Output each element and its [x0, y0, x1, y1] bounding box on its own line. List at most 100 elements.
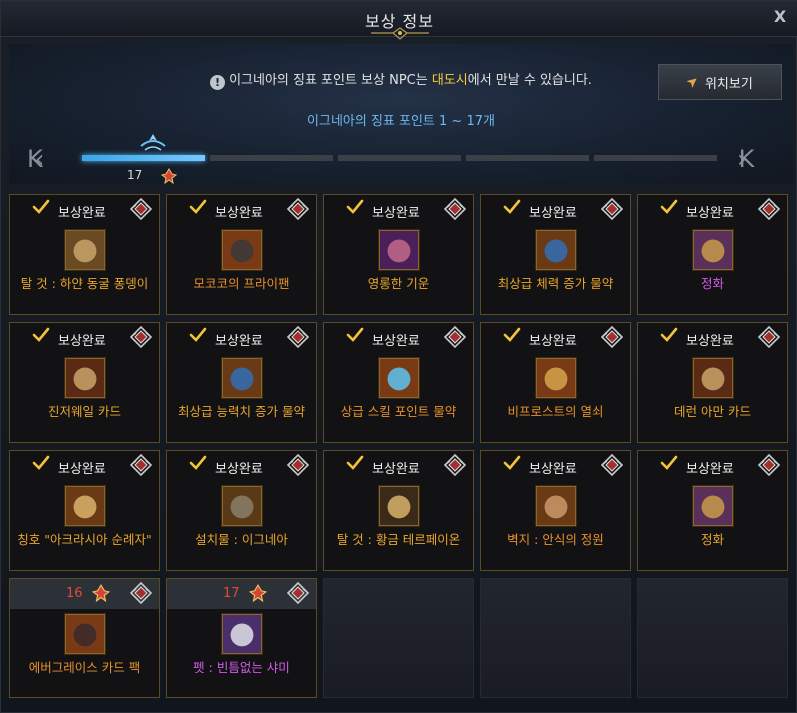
card-icon — [64, 357, 106, 399]
ignea-token-icon — [161, 168, 177, 184]
reward-cell[interactable]: 보상완료비프로스트의 열쇠 — [480, 322, 631, 443]
progress-segment — [338, 155, 461, 161]
potion-icon — [535, 229, 577, 271]
reward-cell[interactable]: 보상완료설치물 : 이그네아 — [166, 450, 317, 571]
reward-status-label: 보상완료 — [686, 462, 734, 477]
horse-icon — [378, 485, 420, 527]
reward-cell[interactable]: 16 에버그레이스 카드 팩 — [9, 578, 160, 698]
notice-prefix: 이그네아의 징표 포인트 보상 NPC는 — [229, 73, 432, 88]
reward-cell[interactable]: 보상완료탈 것 : 하얀 동굴 퐁뎅이 — [9, 194, 160, 315]
reward-status: 보상완료 — [167, 451, 316, 481]
locate-button-label: 위치보기 — [704, 76, 753, 92]
ignea-token-icon — [249, 584, 267, 602]
checkmark-icon — [660, 327, 678, 342]
reward-item-name: 모코코의 프라이팬 — [193, 276, 290, 291]
checkmark-icon — [660, 455, 678, 470]
cat-pet-icon — [221, 613, 263, 655]
progress-segment — [594, 155, 717, 161]
reward-status-label: 보상완료 — [215, 206, 263, 221]
checkmark-icon — [32, 327, 50, 342]
current-level: 17 — [127, 168, 143, 182]
reward-status: 보상완료 — [481, 451, 630, 481]
bottle-icon — [378, 357, 420, 399]
reward-cell[interactable]: 17 펫 : 빈틈없는 샤미 — [166, 578, 317, 698]
reward-cell[interactable]: 보상완료최상급 체력 증가 물약 — [480, 194, 631, 315]
reward-status: 보상완료 — [10, 323, 159, 353]
ignea-crest-icon — [286, 453, 310, 477]
checkmark-icon — [346, 455, 364, 470]
ignea-crest-icon — [129, 453, 153, 477]
reward-item-name: 설치물 : 이그네아 — [195, 532, 288, 547]
ignea-crest-icon — [600, 453, 624, 477]
reward-cell[interactable]: 보상완료모코코의 프라이팬 — [166, 194, 317, 315]
reward-status: 17 — [167, 579, 316, 609]
empty-reward-slot — [637, 578, 788, 698]
reward-status-label: 보상완료 — [58, 334, 106, 349]
ignea-crest-icon — [286, 325, 310, 349]
ignea-crest-icon — [286, 581, 310, 605]
card-icon — [692, 357, 734, 399]
ignea-token-icon — [92, 584, 110, 602]
compass-arrow-icon: ➤ — [683, 72, 703, 92]
checkmark-icon — [32, 455, 50, 470]
ignea-crest-icon — [129, 581, 153, 605]
reward-item-name: 비프로스트의 열쇠 — [507, 404, 604, 419]
reward-status: 보상완료 — [481, 323, 630, 353]
reward-cell[interactable]: 보상완료 상급 스킬 포인트 물약 — [323, 322, 474, 443]
ignea-crest-icon — [757, 453, 781, 477]
reward-grid: 보상완료 탈 것 : 하얀 동굴 퐁뎅이 보상완료 모코코의 프라이팬 보상완료 영롱한 … — [9, 194, 793, 709]
reward-status: 보상완료 — [638, 451, 787, 481]
prev-page-button[interactable]: K‹ — [27, 145, 75, 173]
reward-cell[interactable]: 보상완료 정화 — [637, 450, 788, 571]
reward-cell[interactable]: 보상완료 탈 것 : 황금 테르페이온 — [323, 450, 474, 571]
ignea-crest-icon — [443, 197, 467, 221]
ignea-crest-icon — [600, 197, 624, 221]
empty-reward-slot — [480, 578, 631, 698]
reward-cell[interactable]: 보상완료 데런 아만 카드 — [637, 322, 788, 443]
info-panel: ! 이그네아의 징표 포인트 보상 NPC는 대도시에서 만날 수 있습니다. ➤… — [9, 44, 793, 184]
reward-status-label: 보상완료 — [529, 334, 577, 349]
progress-segment — [210, 155, 333, 161]
reward-item-name: 칭호 "아크라시아 순례자" — [17, 532, 152, 547]
reward-cell[interactable]: 보상완료 정화 — [637, 194, 788, 315]
reward-status: 16 — [10, 579, 159, 609]
card-pack-icon — [64, 613, 106, 655]
reward-item-name: 탈 것 : 황금 테르페이온 — [336, 532, 461, 547]
progress-segment — [466, 155, 589, 161]
ignea-crest-icon — [600, 325, 624, 349]
ignea-crest-icon — [757, 325, 781, 349]
close-button[interactable]: X — [770, 7, 790, 29]
ignea-crest-icon — [443, 325, 467, 349]
progress-segment — [82, 155, 205, 161]
reward-cell[interactable]: 보상완료 진저웨일 카드 — [9, 322, 160, 443]
reward-status: 보상완료 — [481, 195, 630, 225]
reward-cell[interactable]: 보상완료 벽지 : 안식의 정원 — [480, 450, 631, 571]
checkmark-icon — [346, 327, 364, 342]
reward-status-label: 보상완료 — [215, 462, 263, 477]
reward-info-window: 보상 정보 X ! 이그네아의 징표 포인트 보상 NPC는 대도시에서 만날 수… — [0, 0, 797, 713]
pouch-icon — [64, 229, 106, 271]
ignea-crest-icon — [129, 197, 153, 221]
next-page-button[interactable]: ›K — [737, 145, 785, 173]
reward-status: 보상완료 — [167, 323, 316, 353]
reward-status: 보상완료 — [638, 195, 787, 225]
title-ornament-icon — [371, 27, 429, 40]
parchment-icon — [535, 485, 577, 527]
frying-pan-icon — [221, 229, 263, 271]
reward-cell[interactable]: 보상완료 영롱한 기운 — [323, 194, 474, 315]
potion-icon — [221, 357, 263, 399]
reward-status: 보상완료 — [10, 195, 159, 225]
reward-cell[interactable]: 보상완료 최상급 능력치 증가 물약 — [166, 322, 317, 443]
checkmark-icon — [503, 327, 521, 342]
reward-cell[interactable]: 보상완료 칭호 "아크라시아 순례자" — [9, 450, 160, 571]
checkmark-icon — [32, 199, 50, 214]
ignea-crest-icon — [129, 325, 153, 349]
reward-item-name: 탈 것 : 하얀 동굴 퐁뎅이 — [20, 276, 149, 291]
ignea-crest-icon — [286, 197, 310, 221]
reward-item-name: 최상급 체력 증가 물약 — [497, 276, 614, 291]
reward-status-label: 보상완료 — [58, 206, 106, 221]
locate-button[interactable]: ➤ 위치보기 — [658, 64, 782, 100]
key-icon — [535, 357, 577, 399]
reward-status: 보상완료 — [638, 323, 787, 353]
ignea-crest-icon — [443, 453, 467, 477]
